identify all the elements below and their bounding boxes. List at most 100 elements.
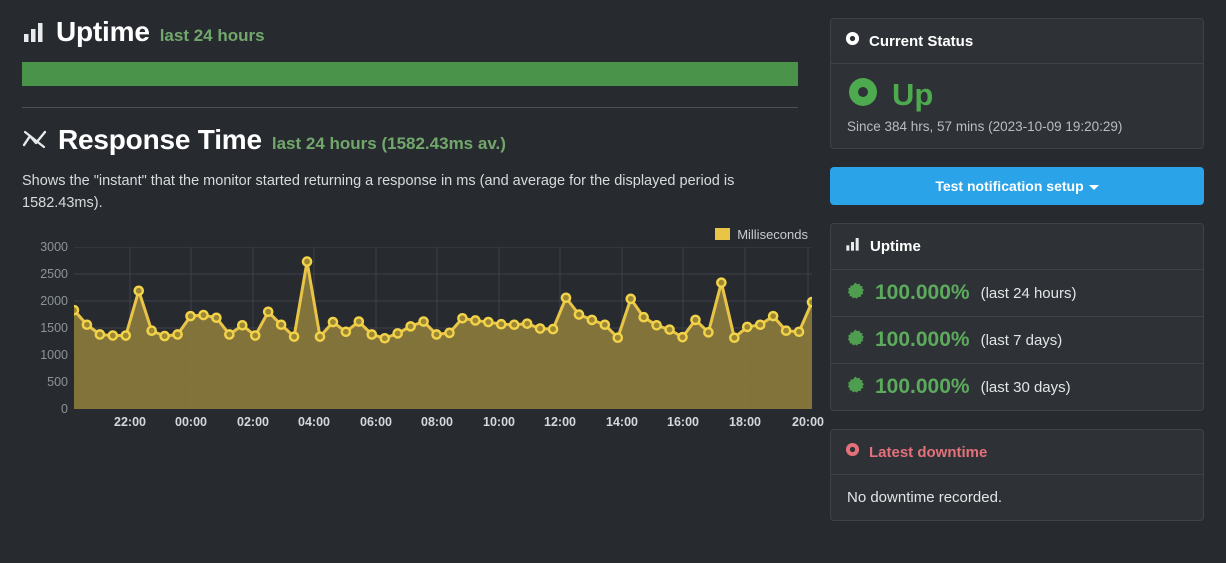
status-value: Up [892, 77, 934, 112]
data-point [133, 285, 145, 296]
uptime-period-30d: (last 30 days) [980, 378, 1071, 396]
data-point [560, 292, 572, 303]
main-content: Uptime last 24 hours Response Time last … [0, 0, 824, 563]
data-point [211, 312, 222, 323]
x-tick-0400: 04:00 [298, 414, 330, 429]
data-point [793, 326, 805, 338]
line-chart-icon [22, 128, 48, 152]
response-time-chart: Milliseconds 0 500 1000 1500 2000 2500 3000 22… [22, 225, 824, 440]
data-point [353, 316, 365, 327]
data-point [224, 329, 235, 340]
monitor-dashboard: Uptime last 24 hours Response Time last … [0, 0, 1226, 563]
data-point [94, 329, 106, 340]
response-time-heading: Response Time last 24 hours (1582.43ms a… [22, 126, 798, 154]
data-point [495, 318, 507, 330]
data-point [521, 318, 533, 329]
uptime-panel: Uptime 100.000% (last 24 hours) 100.000% [830, 223, 1204, 411]
chart-y-axis: 0 500 1000 1500 2000 2500 3000 [22, 240, 68, 416]
data-point [301, 256, 313, 267]
current-status-header: Current Status [831, 19, 1203, 64]
x-tick-1800: 18:00 [729, 414, 761, 429]
x-tick-0800: 08:00 [421, 414, 453, 429]
uptime-title: Uptime [56, 16, 150, 47]
status-circle-icon [845, 31, 860, 51]
data-point [690, 314, 701, 326]
data-point [107, 330, 119, 341]
data-point [586, 314, 598, 326]
x-tick-0200: 02:00 [237, 414, 269, 429]
data-point [599, 319, 611, 330]
data-point [806, 296, 812, 308]
data-point [716, 277, 727, 288]
data-point [547, 323, 559, 335]
latest-downtime-title: Latest downtime [869, 443, 988, 461]
x-tick-1000: 10:00 [483, 414, 515, 429]
uptime-bar-fill [22, 62, 798, 86]
uptime-period-24h: (last 24 hours) [980, 284, 1077, 302]
data-point [262, 306, 274, 318]
uptime-panel-header: Uptime [831, 224, 1203, 270]
data-point [74, 304, 80, 316]
data-point [534, 323, 546, 334]
bar-chart-icon [845, 236, 861, 257]
chart-x-axis: 22:00 00:00 02:00 04:00 06:00 08:00 10:00 12:00… [22, 414, 824, 435]
x-tick-1600: 16:00 [667, 414, 699, 429]
data-point [159, 330, 170, 342]
y-tick-1000: 1000 [40, 347, 68, 362]
current-status-title: Current Status [869, 32, 974, 50]
data-point [172, 329, 183, 340]
data-point [314, 331, 326, 342]
uptime-subtitle: last 24 hours [159, 26, 265, 45]
uptime-panel-title: Uptime [870, 238, 921, 255]
chart-plot-area: 0 500 1000 1500 2000 2500 3000 22:00 00:00 02:00… [22, 240, 824, 440]
latest-downtime-header: Latest downtime [831, 430, 1203, 475]
legend-label-milliseconds: Milliseconds [737, 226, 808, 242]
uptime-period-7d: (last 7 days) [980, 331, 1063, 349]
y-tick-500: 500 [47, 374, 68, 389]
x-tick-2000: 20:00 [792, 414, 824, 429]
data-point [677, 331, 688, 343]
bar-chart-icon [22, 20, 46, 44]
x-tick-0000: 00:00 [175, 414, 207, 429]
uptime-heading: Uptime last 24 hours [22, 18, 798, 46]
data-point [418, 316, 429, 327]
response-time-subtitle: last 24 hours (1582.43ms av.) [271, 134, 506, 153]
x-tick-0600: 06:00 [360, 414, 392, 429]
data-point [379, 332, 391, 344]
data-point [754, 319, 766, 330]
response-time-title: Response Time [58, 124, 262, 155]
data-point [405, 321, 416, 332]
test-notification-setup-button[interactable]: Test notification setup [830, 167, 1204, 205]
uptime-bar-track [22, 62, 798, 86]
sidebar: Current Status Up Since 384 hrs, 57 mins… [818, 0, 1226, 563]
data-point [508, 319, 520, 330]
status-since: Since 384 hrs, 57 mins (2023-10-09 19:20… [847, 119, 1123, 134]
y-tick-2000: 2000 [40, 293, 68, 308]
data-point [767, 310, 779, 322]
data-point [120, 330, 132, 341]
chart-series-milliseconds [74, 246, 812, 409]
data-point [366, 329, 378, 340]
data-point [625, 293, 637, 305]
data-point [703, 326, 714, 338]
data-point [392, 328, 403, 339]
latest-downtime-message: No downtime recorded. [847, 489, 1003, 506]
data-point [249, 330, 261, 341]
data-point [327, 316, 339, 328]
data-point [431, 329, 442, 340]
data-point [729, 332, 740, 343]
y-tick-1500: 1500 [40, 320, 68, 335]
current-status-panel: Current Status Up Since 384 hrs, 57 mins… [830, 18, 1204, 149]
uptime-percent-24h: 100.000% [875, 281, 970, 304]
y-tick-2500: 2500 [40, 266, 68, 281]
uptime-percent-7d: 100.000% [875, 328, 970, 351]
y-tick-0: 0 [61, 401, 68, 416]
data-point [664, 324, 675, 335]
data-point [612, 332, 624, 343]
data-point [741, 321, 753, 333]
x-tick-1400: 14:00 [606, 414, 638, 429]
data-point [185, 310, 196, 322]
test-notification-label: Test notification setup [935, 178, 1084, 194]
data-point [651, 319, 662, 331]
badge-icon [847, 376, 864, 398]
